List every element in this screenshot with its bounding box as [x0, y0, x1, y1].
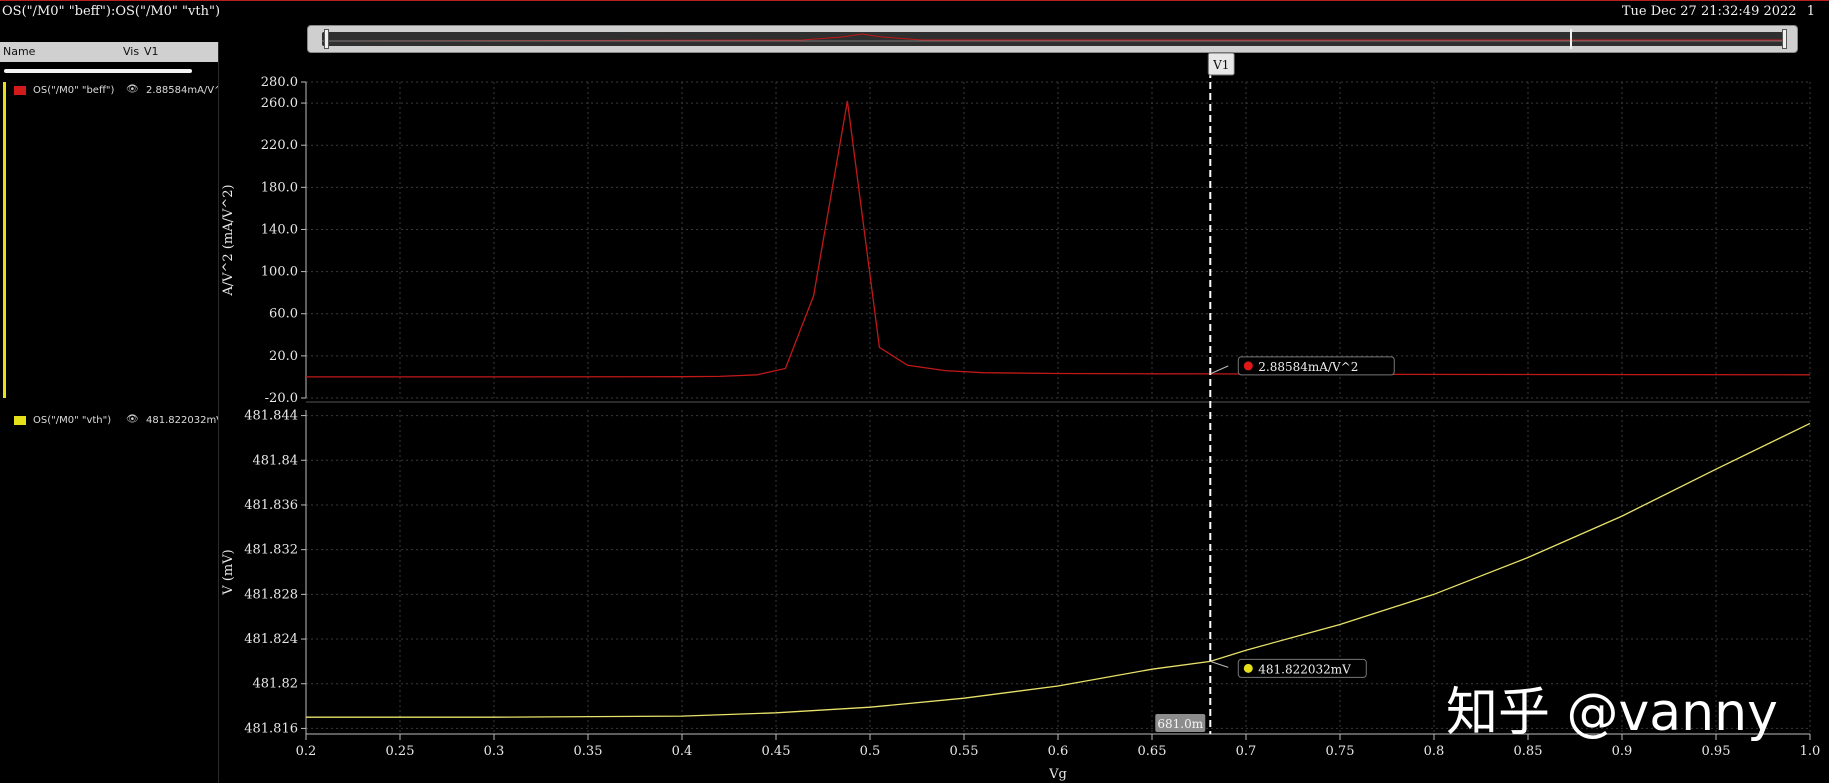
x-tick-label: 0.55 [950, 744, 979, 759]
y-tick-label-vth: 481.828 [244, 587, 298, 602]
x-tick-label: 0.9 [1612, 744, 1633, 759]
beff-readout-dot [1243, 361, 1253, 371]
beff-readout-text: 2.88584mA/V^2 [1258, 360, 1358, 374]
plot-area[interactable]: -20.0 20.0 60.0 100.0 140.0 180.0 220.0 260.0 28… [0, 0, 1829, 783]
x-tick-label: 0.25 [386, 744, 415, 759]
x-tick-label: 0.95 [1702, 744, 1731, 759]
x-tick-label: 0.2 [296, 744, 317, 759]
y-tick-label-beff: 20.0 [269, 349, 298, 364]
y-tick-label-vth: 481.84 [253, 453, 299, 468]
y-tick-label-vth: 481.824 [244, 632, 298, 647]
y-tick-label-beff: 100.0 [261, 265, 298, 280]
y-axis-label-vth: V (mV) [221, 549, 236, 595]
vth-readout-leader [1210, 660, 1229, 668]
x-tick-label: 0.3 [484, 744, 505, 759]
x-tick-label: 0.8 [1424, 744, 1445, 759]
cursor-x-label: 681.0m [1157, 717, 1203, 731]
x-tick-label: 0.7 [1236, 744, 1257, 759]
y-tick-label-beff: 220.0 [261, 138, 298, 153]
vth-readout-dot [1243, 663, 1253, 673]
cursor-label: V1 [1212, 58, 1229, 72]
x-tick-label: 0.35 [574, 744, 603, 759]
vth-readout-text: 481.822032mV [1258, 662, 1351, 676]
waveform-viewer: OS("/M0" "beff"):OS("/M0" "vth") Tue Dec… [0, 0, 1829, 783]
y-tick-label-vth: 481.844 [244, 409, 298, 424]
x-tick-label: 0.65 [1138, 744, 1167, 759]
cursor[interactable]: V1 681.0m 2.88584mA/V^2 481.822032mV [1155, 52, 1395, 734]
y-tick-label-beff: 260.0 [261, 96, 298, 111]
y-tick-label-vth: 481.832 [244, 543, 298, 558]
x-tick-label: 1.0 [1800, 744, 1821, 759]
y-tick-label-beff: 140.0 [261, 222, 298, 237]
grid [305, 81, 1811, 734]
x-tick-label: 0.4 [672, 744, 693, 759]
y-tick-label-beff: 60.0 [269, 307, 298, 322]
x-tick-label: 0.45 [762, 744, 791, 759]
y-tick-label-vth: 481.836 [244, 498, 298, 513]
x-axis-label: Vg [1048, 767, 1067, 782]
y-tick-label-beff: 180.0 [261, 180, 298, 195]
x-tick-label: 0.6 [1048, 744, 1069, 759]
y-tick-label-beff: -20.0 [265, 391, 298, 406]
x-tick-label: 0.85 [1514, 744, 1543, 759]
y-axis-label-beff: A/V^2 (mA/V^2) [221, 184, 236, 296]
watermark: 知乎 @vanny [1446, 683, 1778, 743]
y-tick-label-vth: 481.82 [253, 677, 299, 692]
y-tick-label-beff: 280.0 [261, 75, 298, 90]
x-tick-label: 0.75 [1326, 744, 1355, 759]
beff-readout-leader [1210, 365, 1229, 375]
x-tick-label: 0.5 [860, 744, 881, 759]
y-tick-label-vth: 481.816 [244, 721, 298, 736]
